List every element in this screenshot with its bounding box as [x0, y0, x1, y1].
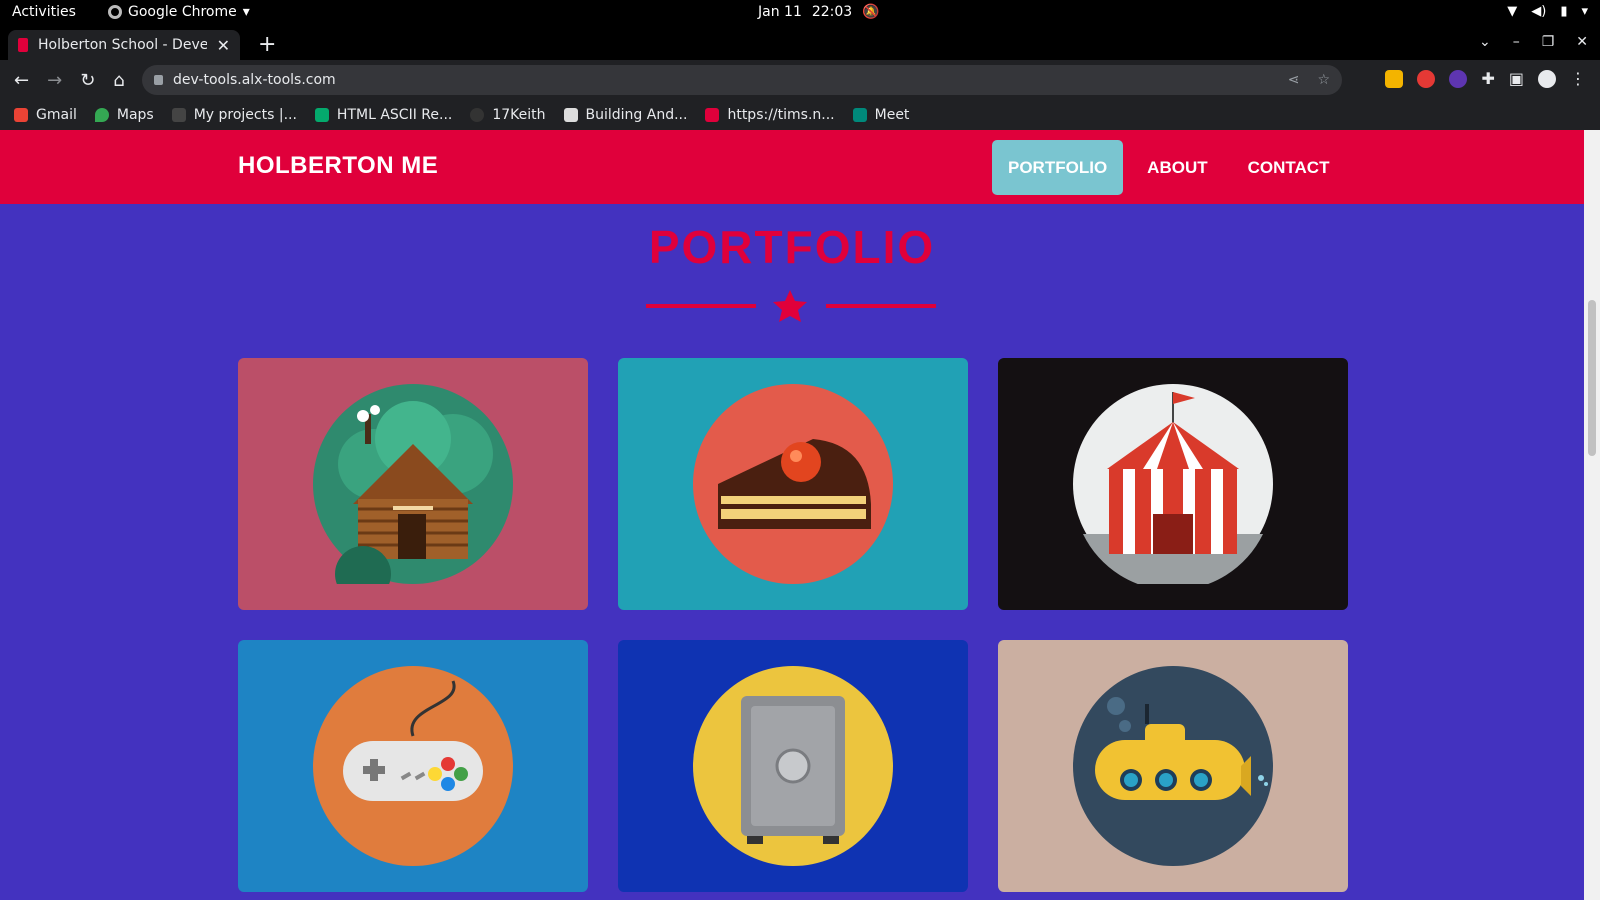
- divider-line-left: [646, 304, 756, 308]
- browser-tab[interactable]: Holberton School - Develo ✕: [8, 30, 240, 60]
- chrome-icon: [108, 5, 122, 19]
- gmail-icon: [14, 108, 28, 122]
- page-scrollbar[interactable]: [1584, 130, 1600, 900]
- site-header: HOLBERTON ME PORTFOLIO ABOUT CONTACT: [0, 130, 1584, 204]
- nav-contact[interactable]: CONTACT: [1232, 140, 1346, 195]
- github-icon: [470, 108, 485, 122]
- tab-title: Holberton School - Develo: [38, 37, 207, 53]
- bookmark-label: Meet: [874, 107, 910, 123]
- star-icon: [773, 290, 807, 322]
- close-tab-icon[interactable]: ✕: [217, 36, 230, 55]
- bookmark-gmail[interactable]: Gmail: [14, 107, 77, 123]
- portfolio-item-cake[interactable]: [618, 358, 968, 610]
- nav-about[interactable]: ABOUT: [1131, 140, 1223, 195]
- divider-line-right: [826, 304, 936, 308]
- os-top-bar: Activities Google Chrome ▾ Jan 11 22:03 …: [0, 0, 1600, 26]
- alx-icon: [171, 108, 186, 122]
- minimize-icon[interactable]: –: [1513, 34, 1520, 50]
- volume-icon: ◀): [1531, 4, 1547, 19]
- date-text: Jan 11: [758, 4, 802, 20]
- scrollbar-thumb[interactable]: [1588, 300, 1596, 456]
- browser-toolbar: ← → ↻ ⌂ dev-tools.alx-tools.com ⋖ ☆ ✚ ▣ …: [0, 60, 1600, 100]
- cake-slice-icon: [693, 384, 893, 584]
- portfolio-item-cabin[interactable]: [238, 358, 588, 610]
- share-icon[interactable]: ⋖: [1288, 72, 1300, 88]
- bookmark-building[interactable]: Building And...: [563, 107, 688, 123]
- dac-icon: [563, 108, 578, 122]
- site-brand[interactable]: HOLBERTON ME: [238, 152, 438, 180]
- safe-icon: [693, 666, 893, 866]
- tab-strip: Holberton School - Develo ✕ + ⌄ – ❐ ✕: [0, 26, 1600, 60]
- bookmark-label: HTML ASCII Re...: [336, 107, 453, 123]
- window-controls: ⌄ – ❐ ✕: [1479, 34, 1588, 50]
- wifi-icon: ▼: [1507, 4, 1518, 19]
- site-nav: PORTFOLIO ABOUT CONTACT: [992, 140, 1353, 195]
- bookmark-label: 17Keith: [492, 107, 546, 123]
- bookmark-17keith[interactable]: 17Keith: [470, 107, 546, 123]
- portfolio-item-submarine[interactable]: [998, 640, 1348, 892]
- bookmark-meet[interactable]: Meet: [852, 107, 910, 123]
- clock[interactable]: Jan 11 22:03 🔕: [758, 4, 880, 20]
- nav-portfolio[interactable]: PORTFOLIO: [992, 140, 1124, 195]
- bookmark-label: My projects |...: [193, 107, 297, 123]
- extension-yellow-icon[interactable]: [1385, 69, 1404, 88]
- bookmark-label: Maps: [116, 107, 154, 123]
- bookmark-star-icon[interactable]: ☆: [1317, 72, 1330, 88]
- puzzle-icon[interactable]: ✚: [1481, 69, 1494, 88]
- app-name: Google Chrome: [128, 4, 237, 20]
- reload-icon[interactable]: ↻: [80, 70, 95, 91]
- holberton-favicon-icon: [18, 38, 28, 52]
- forward-icon[interactable]: →: [47, 70, 62, 91]
- circus-tent-icon: [1073, 384, 1273, 584]
- activities-button[interactable]: Activities: [12, 4, 76, 20]
- portfolio-item-safe[interactable]: [618, 640, 968, 892]
- game-controller-icon: [313, 666, 513, 866]
- tims-icon: [705, 108, 720, 122]
- portfolio-item-controller[interactable]: [238, 640, 588, 892]
- portfolio-item-circus[interactable]: [998, 358, 1348, 610]
- star-divider: [646, 290, 936, 322]
- time-text: 22:03: [811, 4, 853, 20]
- w3-icon: [314, 108, 329, 122]
- web-page: HOLBERTON ME PORTFOLIO ABOUT CONTACT POR…: [0, 130, 1584, 900]
- home-icon[interactable]: ⌂: [113, 70, 124, 91]
- notifications-off-icon: 🔕: [862, 4, 880, 20]
- bookmark-maps[interactable]: Maps: [94, 107, 154, 123]
- profile-avatar[interactable]: [1538, 69, 1556, 88]
- bookmarks-bar: Gmail Maps My projects |... HTML ASCII R…: [0, 100, 1600, 130]
- kebab-menu-icon[interactable]: ⋮: [1570, 69, 1586, 88]
- submarine-icon: [1073, 666, 1273, 866]
- new-tab-button[interactable]: +: [258, 32, 276, 57]
- log-cabin-icon: [313, 384, 513, 584]
- url-text: dev-tools.alx-tools.com: [173, 72, 336, 88]
- bookmark-tims[interactable]: https://tims.n...: [705, 107, 835, 123]
- bookmark-label: Gmail: [36, 107, 77, 123]
- extension-purple-icon[interactable]: [1449, 69, 1468, 88]
- bookmark-html-ascii[interactable]: HTML ASCII Re...: [314, 107, 453, 123]
- system-menu[interactable]: ▼ ◀) ▮ ▾: [1507, 4, 1588, 19]
- address-bar[interactable]: dev-tools.alx-tools.com ⋖ ☆: [142, 65, 1342, 95]
- close-window-icon[interactable]: ✕: [1576, 34, 1588, 50]
- battery-icon: ▮: [1560, 4, 1568, 19]
- bookmark-label: Building And...: [585, 107, 688, 123]
- maps-icon: [94, 108, 109, 122]
- meet-icon: [852, 108, 867, 122]
- bookmark-label: https://tims.n...: [727, 107, 835, 123]
- side-panel-icon[interactable]: ▣: [1509, 69, 1524, 88]
- section-title: PORTFOLIO: [648, 221, 936, 273]
- extensions-area: ✚ ▣ ⋮: [1385, 69, 1586, 88]
- lock-icon[interactable]: [154, 75, 163, 85]
- chevron-down-icon: ▾: [1581, 4, 1588, 19]
- bookmark-my-projects[interactable]: My projects |...: [171, 107, 297, 123]
- app-menu[interactable]: Google Chrome ▾: [108, 4, 250, 20]
- chevron-down-icon: ▾: [242, 4, 250, 20]
- restore-icon[interactable]: ❐: [1542, 34, 1555, 50]
- back-icon[interactable]: ←: [14, 70, 29, 91]
- extension-red-icon[interactable]: [1417, 69, 1436, 88]
- tab-search-icon[interactable]: ⌄: [1479, 34, 1491, 50]
